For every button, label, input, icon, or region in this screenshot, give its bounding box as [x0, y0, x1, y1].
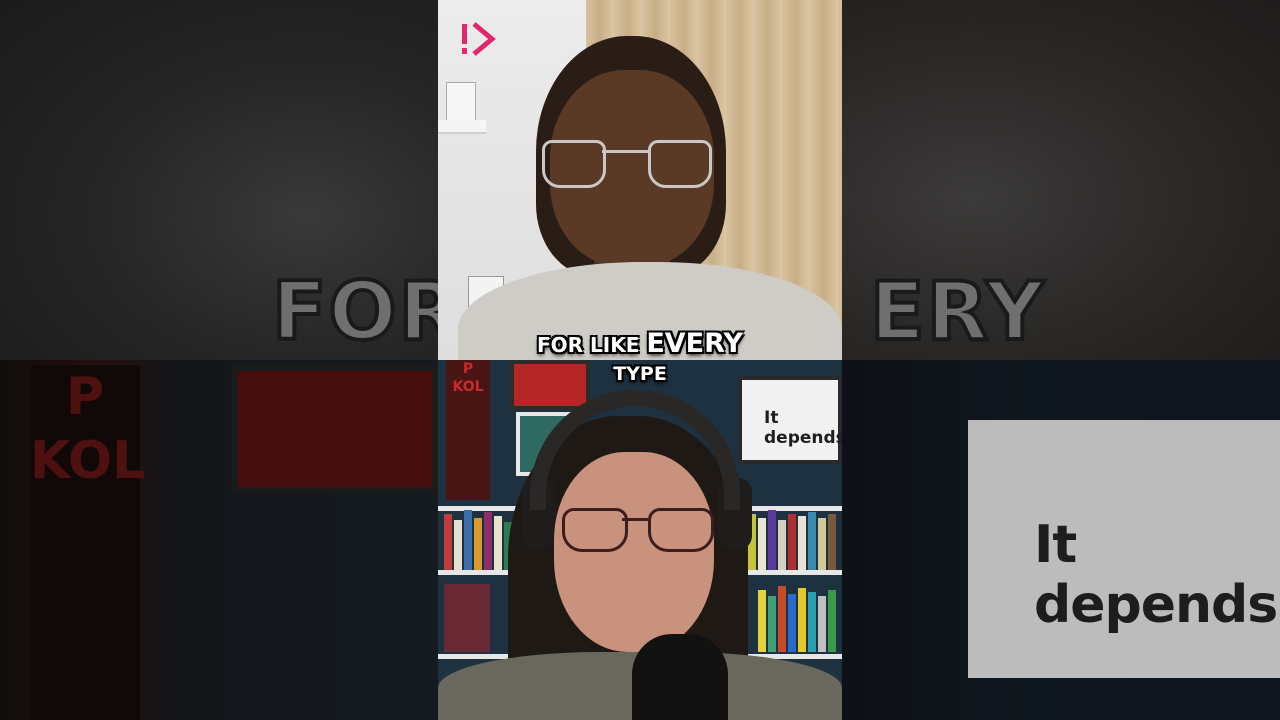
video-tile-bottom: P KOL It depends.: [438, 360, 842, 720]
caption-line-2: TYPE: [613, 363, 667, 385]
blurred-caption-right: ERY: [868, 265, 1046, 358]
glasses-bridge: [622, 518, 648, 521]
microphone: [632, 634, 728, 720]
glasses-lens-right: [648, 140, 712, 188]
video-tile-top: [438, 0, 842, 360]
glasses-lens-left: [542, 140, 606, 188]
caption-line-1: FOR LIKE EVERY: [438, 328, 842, 361]
caption-emphasis: EVERY: [646, 328, 743, 359]
video-frame: P KOL FOR It depends. ERY P KOL It depen…: [0, 0, 1280, 720]
sign-text: It depends.: [764, 408, 842, 448]
wall-shelf: [438, 120, 486, 134]
wall-art: [446, 82, 476, 122]
glasses-bridge: [602, 150, 648, 153]
glasses-lens-left: [562, 508, 628, 552]
blurred-background-left: P KOL: [0, 0, 438, 720]
caption-prefix: FOR LIKE: [537, 333, 640, 357]
brand-logo-icon: [462, 22, 496, 56]
glasses-lens-right: [648, 508, 714, 552]
blurred-caption-left: FOR: [270, 265, 463, 358]
blurred-sign-text: It depends.: [1034, 515, 1280, 635]
